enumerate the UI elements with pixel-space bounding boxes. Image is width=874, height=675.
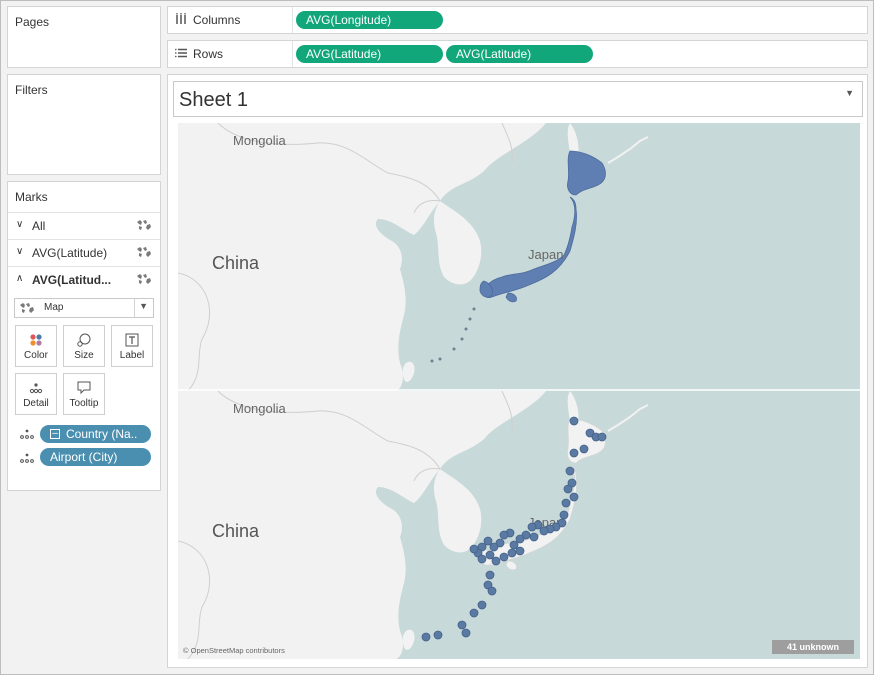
columns-shelf[interactable]: Columns AVG(Longitude): [167, 6, 868, 34]
rows-label: Rows: [193, 47, 224, 61]
chevron-down-icon: ∨: [16, 246, 24, 257]
sheet-title-bar[interactable]: Sheet 1 ▼: [173, 81, 863, 117]
rows-icon: [175, 47, 187, 61]
marks-row-label: AVG(Latitude): [32, 246, 108, 260]
field-pill-airport[interactable]: Airport (City): [40, 448, 151, 466]
marks-row-avg-latitude[interactable]: ∨ AVG(Latitude): [8, 239, 160, 265]
columns-label-wrap: Columns: [175, 13, 240, 27]
color-button[interactable]: Color: [15, 325, 57, 367]
tooltip-icon: [64, 380, 104, 396]
map-mark-icon: [136, 219, 152, 234]
sheet-title: Sheet 1: [179, 89, 248, 111]
label-button[interactable]: Label: [111, 325, 153, 367]
japan-label: Japan: [528, 247, 563, 262]
map-mark-icon: [136, 273, 152, 288]
filters-shelf[interactable]: Filters: [7, 74, 161, 175]
dropdown-divider: [134, 299, 135, 317]
filters-label: Filters: [15, 83, 48, 97]
size-icon: [64, 332, 104, 348]
chevron-down-icon: ∨: [16, 219, 24, 230]
rows-pill-latitude-1[interactable]: AVG(Latitude): [296, 45, 443, 63]
marks-title: Marks: [15, 190, 48, 204]
label-button-label: Label: [119, 350, 145, 361]
color-button-label: Color: [24, 350, 48, 361]
detail-icon: [16, 380, 56, 396]
pages-shelf[interactable]: Pages: [7, 6, 161, 68]
field-pill-country[interactable]: – Country (Na..: [40, 425, 151, 443]
shelf-divider: [292, 41, 293, 67]
pill-label: AVG(Latitude): [306, 47, 382, 61]
map-attribution: © OpenStreetMap contributors: [183, 646, 285, 655]
shelf-divider: [292, 7, 293, 33]
pill-label: AVG(Longitude): [306, 13, 392, 27]
marks-row-all[interactable]: ∨ All: [8, 212, 160, 238]
rows-label-wrap: Rows: [175, 47, 223, 61]
marks-row-label: All: [32, 219, 46, 233]
size-button-label: Size: [74, 350, 94, 361]
columns-label: Columns: [193, 13, 241, 27]
pill-label: AVG(Latitude): [456, 47, 532, 61]
field-pill-label: Country (Na..: [66, 427, 138, 441]
rows-pill-latitude-2[interactable]: AVG(Latitude): [446, 45, 593, 63]
mongolia-label: Mongolia: [233, 401, 287, 416]
detail-field-icon: [19, 428, 35, 442]
rows-shelf[interactable]: Rows AVG(Latitude) AVG(Latitude): [167, 40, 868, 68]
tooltip-button-label: Tooltip: [69, 398, 99, 409]
mark-type-dropdown[interactable]: Map ▼: [14, 298, 154, 318]
map-mark-icon: [136, 246, 152, 261]
chevron-down-icon[interactable]: ▼: [845, 88, 854, 98]
tooltip-button[interactable]: Tooltip: [63, 373, 105, 415]
map-pane-top[interactable]: Mongolia China Japan: [178, 123, 860, 392]
china-label: China: [212, 253, 260, 273]
detail-button[interactable]: Detail: [15, 373, 57, 415]
mark-type-value: Map: [44, 302, 64, 313]
detail-button-label: Detail: [23, 398, 49, 409]
pages-label: Pages: [15, 15, 50, 29]
marks-card: Marks ∨ All ∨ AVG(Latitude) ∧ AVG(Latitu…: [7, 181, 161, 491]
chevron-down-icon: ▼: [139, 301, 148, 311]
map-mark-icon: [19, 302, 35, 317]
chevron-up-icon: ∧: [16, 273, 24, 284]
map-canvas[interactable]: Mongolia China Japan Mongolia China Japa…: [178, 123, 860, 659]
label-icon: [112, 332, 152, 348]
detail-field-icon: [19, 452, 35, 466]
map-view[interactable]: Mongolia China Japan Mongolia China Japa…: [178, 123, 860, 659]
marks-row-label: AVG(Latitud...: [32, 273, 112, 287]
marks-row-avg-latitude-active[interactable]: ∧ AVG(Latitud...: [8, 266, 160, 292]
color-icon: [16, 332, 56, 348]
collapse-minus-icon: –: [50, 429, 60, 439]
mongolia-label: Mongolia: [233, 133, 287, 148]
china-label: China: [212, 521, 260, 541]
columns-icon: [175, 13, 187, 27]
size-button[interactable]: Size: [63, 325, 105, 367]
columns-pill-longitude[interactable]: AVG(Longitude): [296, 11, 443, 29]
unknown-badge[interactable]: 41 unknown: [787, 642, 839, 652]
map-pane-bottom[interactable]: Mongolia China Japan © OpenStreetMap con…: [178, 390, 860, 659]
field-pill-label: Airport (City): [50, 450, 118, 464]
